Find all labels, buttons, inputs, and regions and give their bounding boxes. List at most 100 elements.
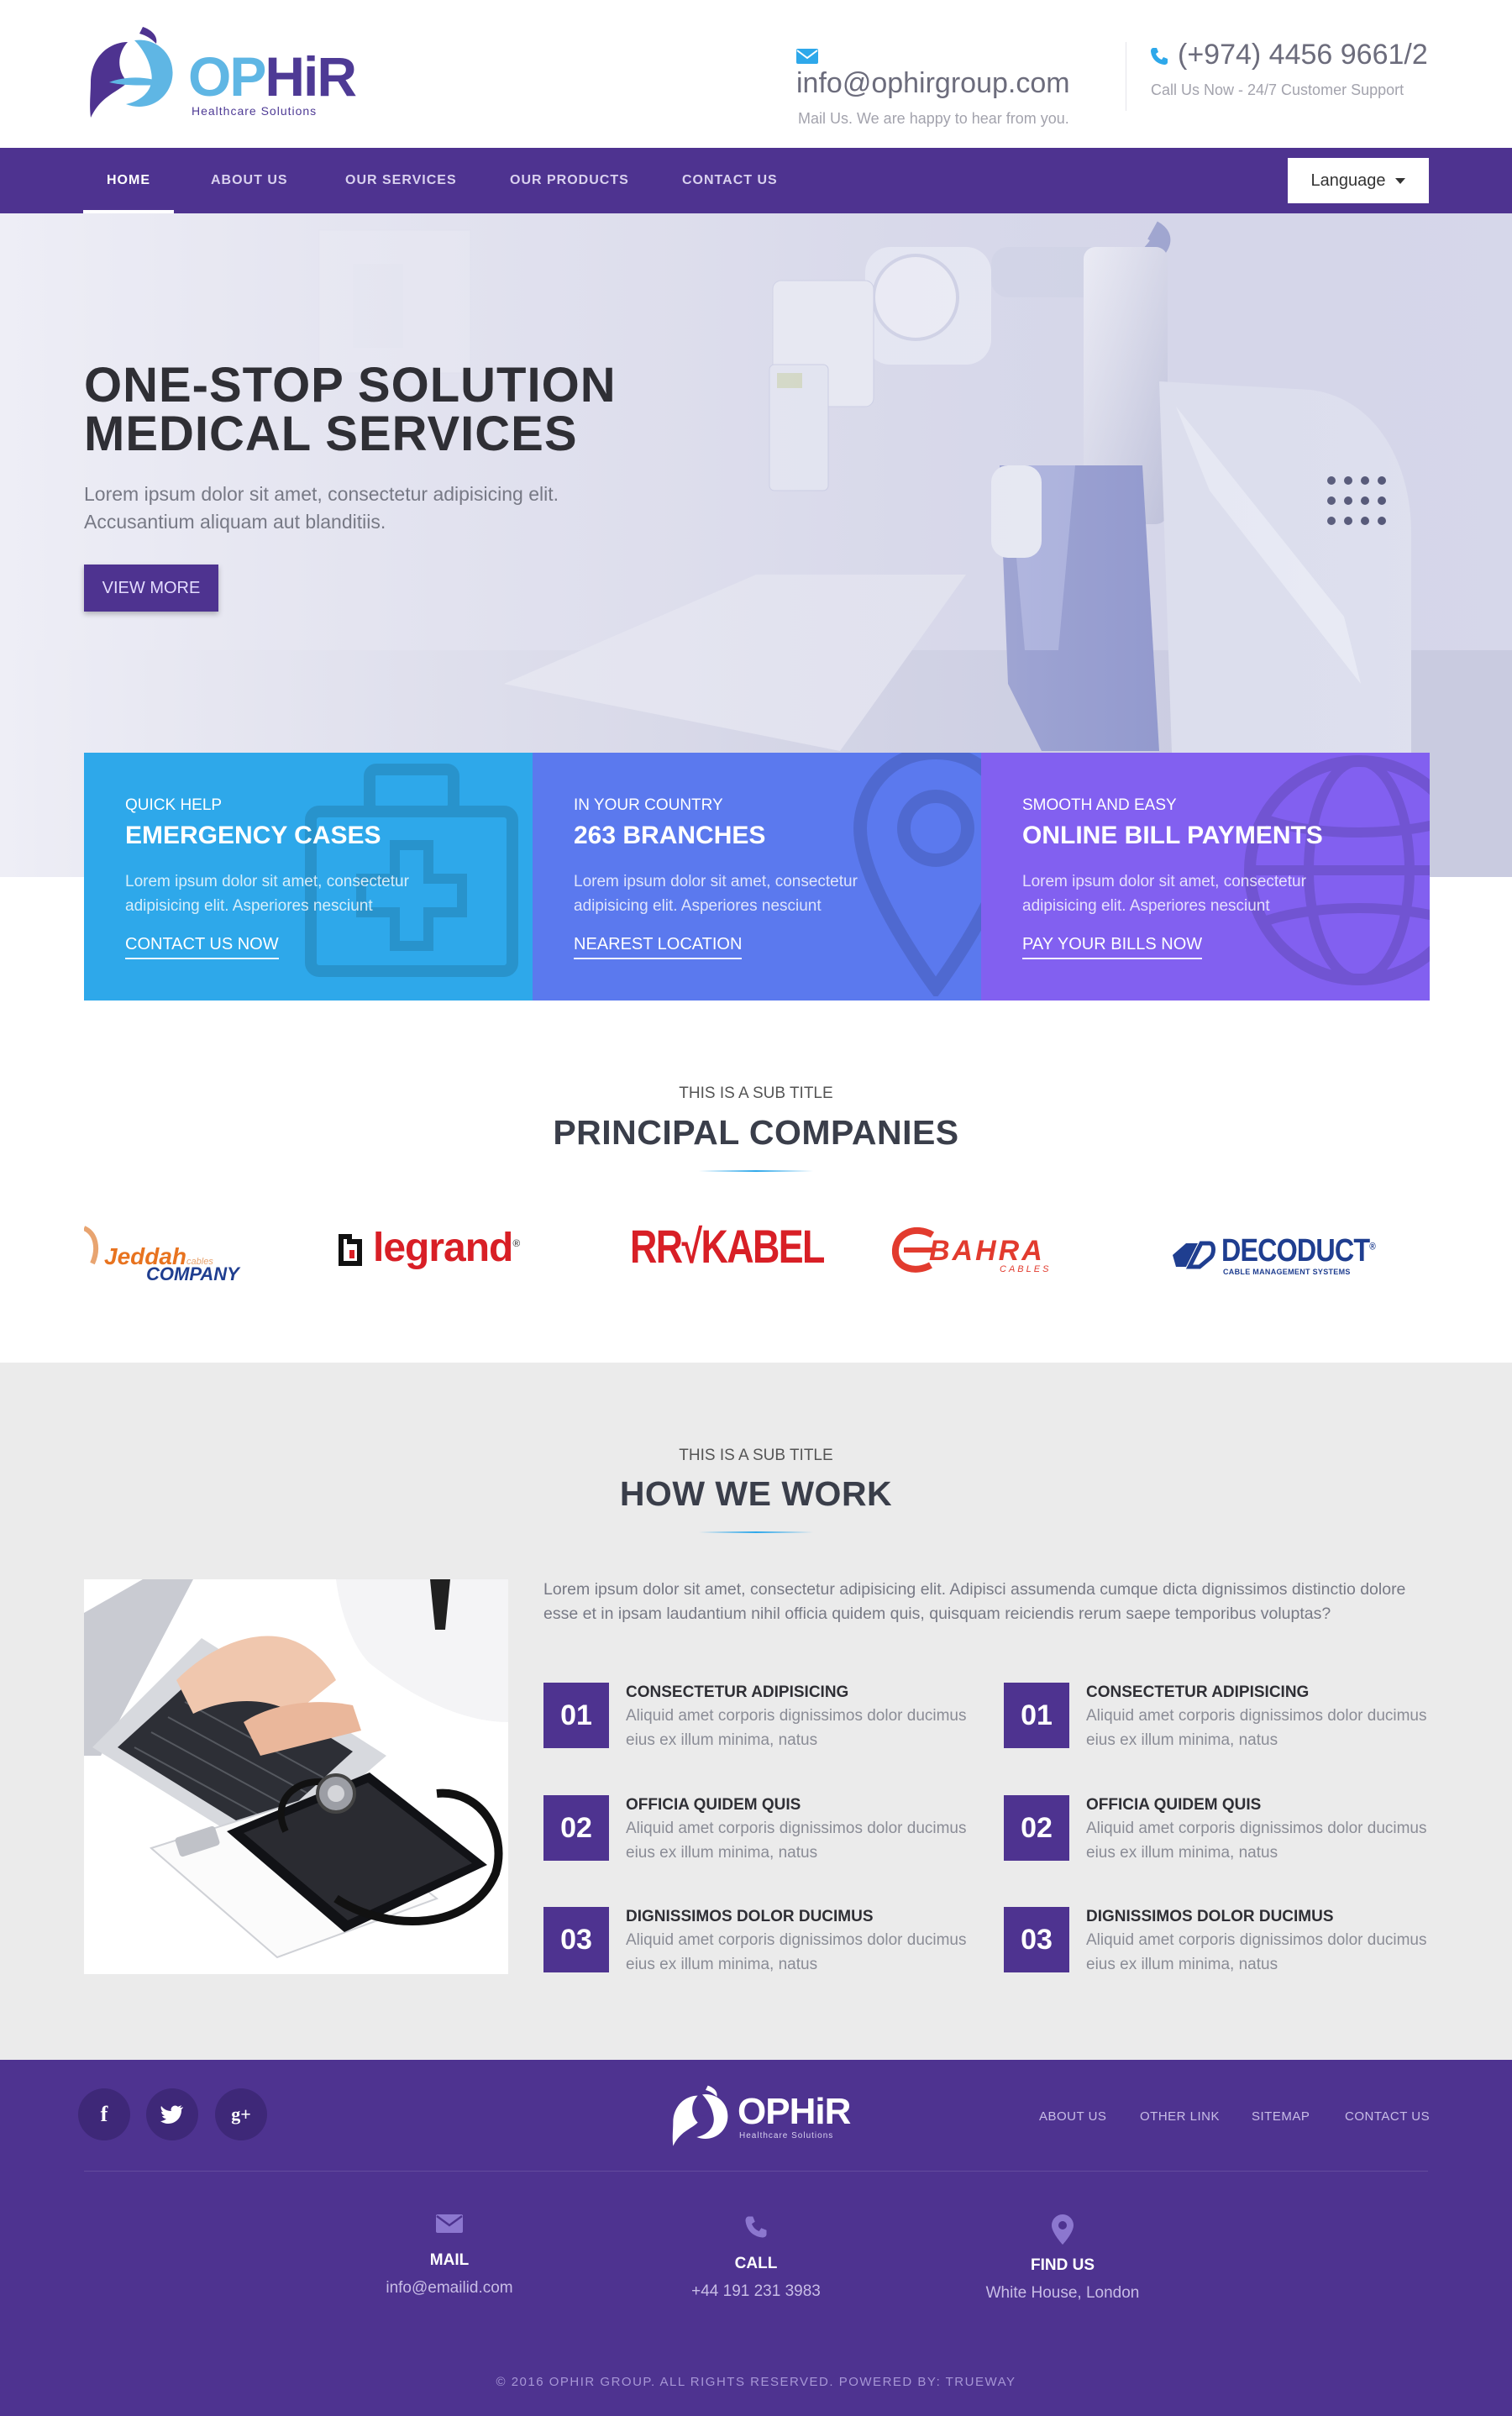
brand-wordmark: OPHiR <box>188 45 357 108</box>
footer-link-other-link[interactable]: OTHER LINK <box>1140 2110 1220 2123</box>
decoduct-small: CABLE MANAGEMENT SYSTEMS <box>1223 1268 1351 1276</box>
section-title: HOW WE WORK <box>619 1474 893 1513</box>
google-plus-icon[interactable]: g+ <box>215 2088 267 2140</box>
step-number: 02 <box>1004 1795 1069 1861</box>
logo-legrand[interactable]: legrand® <box>336 1215 529 1290</box>
hero-title: ONE-STOP SOLUTION MEDICAL SERVICES <box>84 358 617 461</box>
section-subtitle: THIS IS A SUB TITLE <box>679 1447 833 1464</box>
footer-divider <box>84 2171 1428 2172</box>
logo-decoduct[interactable]: DECODUCT® CABLE MANAGEMENT SYSTEMS <box>1169 1215 1376 1290</box>
step-number: 03 <box>1004 1907 1069 1972</box>
brand-tagline: Healthcare Solutions <box>192 104 318 118</box>
step-title: DIGNISSIMOS DOLOR DUCIMUS <box>626 1908 874 1925</box>
step-desc: Aliquid amet corporis dignissimos dolor … <box>626 1820 967 1862</box>
section-subtitle: THIS IS A SUB TITLE <box>679 1085 833 1102</box>
step-item: 02 OFFICIA QUIDEM QUIS Aliquid amet corp… <box>543 1795 980 1862</box>
feature-emergency-cases: QUICK HELP EMERGENCY CASES Lorem ipsum d… <box>84 753 533 1001</box>
footer-contact-label: CALL <box>734 2255 778 2272</box>
footer-link-about-us[interactable]: ABOUT US <box>1039 2110 1106 2123</box>
step-item: 02 OFFICIA QUIDEM QUIS Aliquid amet corp… <box>1004 1795 1441 1862</box>
language-dropdown[interactable]: Language <box>1288 158 1429 203</box>
map-pin-icon <box>1052 2214 1074 2245</box>
footer-logo[interactable]: OPHiR Healthcare Solutions <box>669 2083 853 2151</box>
logo-emblem-icon <box>672 2085 728 2146</box>
jeddah-line2: COMPANY <box>146 1263 239 1284</box>
header-phone-note: Call Us Now - 24/7 Customer Support <box>1151 81 1404 98</box>
feature-desc: Lorem ipsum dolor sit amet, consectetur … <box>574 873 858 915</box>
nearest-location-link[interactable]: NEAREST LOCATION <box>574 936 743 959</box>
feature-title: EMERGENCY CASES <box>125 822 381 849</box>
footer-link-sitemap[interactable]: SITEMAP <box>1252 2110 1310 2123</box>
chevron-down-icon <box>1395 178 1406 185</box>
footer-brand-tagline: Healthcare Solutions <box>739 2131 834 2140</box>
step-desc: Aliquid amet corporis dignissimos dolor … <box>626 1931 967 1973</box>
phone-icon <box>745 2216 767 2238</box>
pay-your-bills-now-link[interactable]: PAY YOUR BILLS NOW <box>1022 936 1203 959</box>
header-email-note: Mail Us. We are happy to hear from you. <box>798 110 1069 127</box>
nav-home[interactable]: HOME <box>83 148 174 213</box>
footer-contact-value: White House, London <box>985 2284 1140 2302</box>
logo-bahra-cables[interactable]: BAHRA CABLES <box>890 1215 1092 1290</box>
bahra-small: CABLES <box>1000 1264 1052 1274</box>
main-nav: HOME ABOUT US OUR SERVICES OUR PRODUCTS … <box>0 148 1512 213</box>
twitter-icon[interactable] <box>146 2088 198 2140</box>
feature-desc: Lorem ipsum dolor sit amet, consectetur … <box>125 873 409 915</box>
footer-contact-value[interactable]: +44 191 231 3983 <box>630 2283 882 2299</box>
feature-kicker: IN YOUR COUNTRY <box>574 796 723 814</box>
header-email[interactable]: info@ophirgroup.com <box>796 67 1070 99</box>
feature-desc: Lorem ipsum dolor sit amet, consectetur … <box>1022 873 1306 915</box>
copyright: © 2016 OPHIR GROUP. ALL RIGHTS RESERVED.… <box>496 2375 1016 2389</box>
legrand-reg-mark: ® <box>512 1237 520 1249</box>
footer-contact-mail: MAIL info@emailid.com <box>323 2214 575 2296</box>
how-intro-text: Lorem ipsum dolor sit amet, consectetur … <box>543 1580 1406 1624</box>
facebook-icon[interactable]: f <box>78 2088 130 2140</box>
feature-branches: IN YOUR COUNTRY 263 BRANCHES Lorem ipsum… <box>533 753 981 1001</box>
footer-brand-wordmark: OPHiR <box>738 2091 851 2132</box>
logo-emblem-icon <box>90 27 173 118</box>
contact-us-now-link[interactable]: CONTACT US NOW <box>125 936 279 959</box>
nav-our-services[interactable]: OUR SERVICES <box>345 148 457 213</box>
step-number: 01 <box>543 1683 609 1748</box>
decoduct-mark-icon <box>1173 1241 1215 1269</box>
hero-text: Lorem ipsum dolor sit amet, consectetur … <box>84 483 559 533</box>
footer-contact-label: FIND US <box>1031 2256 1095 2274</box>
brand-logo[interactable]: OPHiR Healthcare Solutions <box>84 24 361 124</box>
step-number: 01 <box>1004 1683 1069 1748</box>
header-email-block: info@ophirgroup.com Mail Us. We are happ… <box>796 40 1099 126</box>
footer-link-contact-us[interactable]: CONTACT US <box>1345 2110 1430 2123</box>
feature-kicker: QUICK HELP <box>125 796 223 814</box>
decoduct-wordmark: DECODUCT <box>1221 1233 1370 1268</box>
bahra-wordmark: BAHRA <box>929 1235 1045 1267</box>
laptop-stethoscope-illustration <box>84 1579 508 1974</box>
feature-title: 263 BRANCHES <box>574 822 766 849</box>
step-item: 01 CONSECTETUR ADIPISICING Aliquid amet … <box>543 1683 980 1750</box>
logo-rr-kabel[interactable]: RR√KABEL <box>627 1215 825 1290</box>
nav-contact-us[interactable]: CONTACT US <box>682 148 778 213</box>
view-more-button[interactable]: VIEW MORE <box>84 565 218 612</box>
nav-our-products[interactable]: OUR PRODUCTS <box>510 148 629 213</box>
step-desc: Aliquid amet corporis dignissimos dolor … <box>1086 1707 1427 1749</box>
step-desc: Aliquid amet corporis dignissimos dolor … <box>1086 1931 1427 1973</box>
rr-check-icon: √ <box>681 1220 703 1273</box>
footer-contact-call: CALL +44 191 231 3983 <box>630 2214 882 2299</box>
nav-about-us[interactable]: ABOUT US <box>211 148 288 213</box>
step-title: OFFICIA QUIDEM QUIS <box>1086 1796 1262 1814</box>
footer-contact-value[interactable]: info@emailid.com <box>323 2280 575 2296</box>
language-label: Language <box>1310 171 1386 190</box>
legrand-mark-icon <box>339 1234 362 1266</box>
step-item: 03 DIGNISSIMOS DOLOR DUCIMUS Aliquid ame… <box>543 1907 980 1974</box>
step-number: 03 <box>543 1907 609 1972</box>
page: OPHiR Healthcare Solutions info@ophirgro… <box>0 0 1512 2416</box>
step-item: 03 DIGNISSIMOS DOLOR DUCIMUS Aliquid ame… <box>1004 1907 1441 1974</box>
header-phone[interactable]: (+974) 4456 9661/2 <box>1178 39 1428 71</box>
step-title: CONSECTETUR ADIPISICING <box>1086 1683 1310 1701</box>
step-desc: Aliquid amet corporis dignissimos dolor … <box>1086 1820 1427 1862</box>
step-title: DIGNISSIMOS DOLOR DUCIMUS <box>1086 1908 1334 1925</box>
logo-jeddah-cables[interactable]: Jeddahcables COMPANY <box>82 1215 252 1290</box>
header-phone-block: (+974) 4456 9661/2 Call Us Now - 24/7 Cu… <box>1149 40 1452 97</box>
kabel-wordmark: KABEL <box>701 1220 826 1273</box>
legrand-wordmark: legrand <box>373 1226 513 1270</box>
footer-contact-find-us: FIND US White House, London <box>937 2214 1189 2301</box>
mail-icon <box>436 2214 463 2233</box>
footer-contact-label: MAIL <box>429 2251 470 2269</box>
